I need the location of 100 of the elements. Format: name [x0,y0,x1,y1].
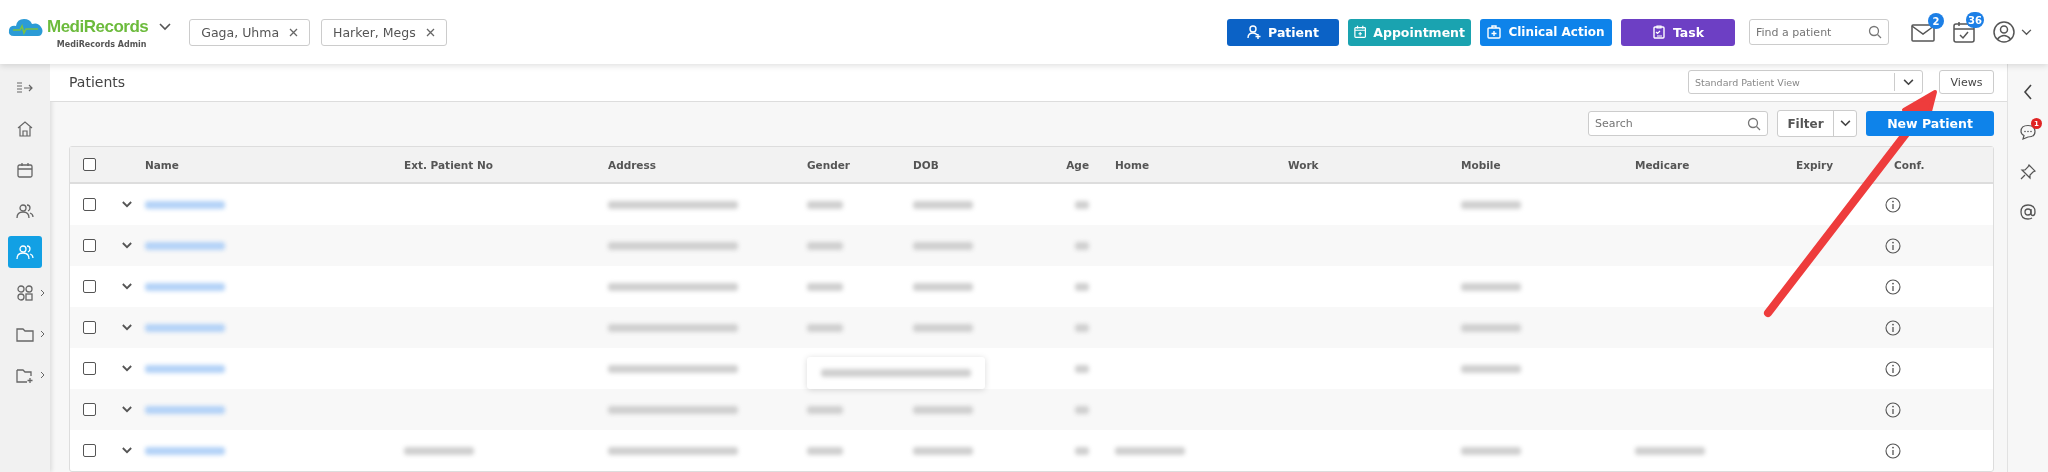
blurred-text [1075,282,1089,291]
column-header[interactable]: Work [1288,158,1319,171]
expand-chevron-icon[interactable] [121,447,132,454]
expand-chevron-icon[interactable] [121,365,132,372]
chevron-down-icon[interactable] [159,22,172,31]
patient-button[interactable]: Patient [1227,18,1339,46]
clinical-button[interactable]: Clinical Action [1480,18,1612,46]
search-icon [1868,25,1882,39]
at-sign-icon[interactable] [2020,204,2036,220]
chevron-down-icon [1903,78,1914,86]
person-plus-icon [1247,25,1262,39]
chevron-down-icon [1839,120,1851,128]
sidebar-item[interactable] [8,236,42,268]
expand-chevron-icon[interactable] [121,201,132,208]
close-icon[interactable] [425,27,435,37]
blurred-text [1075,446,1089,455]
blurred-text [1075,241,1089,250]
select-all-checkbox[interactable] [82,158,96,171]
column-header[interactable]: Expiry [1796,158,1834,171]
shapes-icon [16,285,34,301]
row-checkbox[interactable] [82,280,96,293]
expand-chevron-icon[interactable] [121,242,132,249]
row-checkbox[interactable] [82,198,96,211]
expand-chevron-icon[interactable] [121,324,132,331]
find-patient-field[interactable]: Find a patient [1749,19,1889,45]
column-header[interactable]: Age [1066,158,1089,171]
column-header[interactable]: Mobile [1461,158,1501,171]
column-header[interactable]: Medicare [1635,158,1690,171]
view-dropdown[interactable]: Standard Patient View [1688,70,1923,95]
app-logo-text: MediRecords [47,16,149,37]
column-header[interactable]: Home [1115,158,1150,171]
blurred-text [1461,446,1521,455]
info-icon[interactable] [1885,360,1901,377]
close-icon[interactable] [289,27,299,37]
info-icon[interactable] [1885,278,1901,295]
column-header[interactable]: Address [608,158,656,171]
column-header[interactable]: Name [145,158,179,171]
user-avatar-icon[interactable] [1993,21,2015,43]
calendar-icon [17,162,33,178]
row-checkbox[interactable] [82,444,96,457]
medical-bag-icon [1487,25,1502,39]
folder-plus-icon [16,367,34,383]
search-icon [1747,116,1761,131]
info-icon[interactable] [1885,442,1901,459]
blurred-text [1461,282,1521,291]
task-button[interactable]: Task [1621,18,1735,46]
blurred-text [913,241,973,250]
people-icon [16,244,34,260]
views-button[interactable]: Views [1939,70,1994,95]
chevron-down-icon[interactable] [2021,28,2032,36]
blurred-text [1461,364,1521,373]
blurred-text [1075,200,1089,209]
blurred-text [807,405,843,414]
patient-tab[interactable]: Harker, Megs [321,18,447,46]
row-checkbox[interactable] [82,321,96,334]
blurred-text [913,446,973,455]
patient-name[interactable]: Gaga, Uhma [201,24,280,40]
blurred-text [807,241,843,250]
info-icon[interactable] [1885,401,1901,418]
collapse-menu-icon [16,81,34,95]
column-header[interactable]: Gender [807,158,851,171]
expand-chevron-icon[interactable] [121,283,132,290]
blurred-text [807,323,843,332]
column-header[interactable]: Ext. Patient No [404,158,493,171]
row-checkbox[interactable] [82,362,96,375]
people-icon [16,203,34,219]
info-icon[interactable] [1885,196,1901,213]
info-icon[interactable] [1885,237,1901,254]
calendar-plus-icon [1354,25,1367,39]
chat-icon[interactable] [2020,124,2036,140]
info-icon[interactable] [1885,319,1901,336]
clipboard-check-icon [1651,25,1666,39]
expand-chevron-icon[interactable] [121,406,132,413]
blurred-text [807,446,843,455]
notification-badge: 2 [1928,13,1944,29]
patient-name[interactable]: Harker, Megs [333,24,416,40]
blurred-text [1115,446,1185,455]
blurred-text [913,200,973,209]
search-field[interactable]: Search [1588,111,1768,137]
page-title: Patients [69,74,126,91]
mail-icon[interactable] [1911,22,1935,42]
patient-tab[interactable]: Gaga, Uhma [189,18,311,46]
chevron-left-icon[interactable] [2023,84,2033,100]
blurred-text [1635,446,1705,455]
blurred-text [807,200,843,209]
blurred-text [1461,200,1521,209]
row-checkbox[interactable] [82,239,96,252]
column-header[interactable]: DOB [913,158,939,171]
blurred-text [913,282,973,291]
row-checkbox[interactable] [82,403,96,416]
new-patient-button[interactable]: New Patient [1866,111,1994,137]
folder-icon [16,326,34,342]
blurred-text [913,405,973,414]
pin-icon[interactable] [2020,164,2036,180]
blurred-text [1461,323,1521,332]
notification-badge: 36 [1966,12,1984,28]
blurred-text [807,282,843,291]
column-header[interactable]: Conf. [1894,158,1925,171]
account-name: MediRecords Admin [56,39,147,49]
blurred-text [1075,364,1089,373]
